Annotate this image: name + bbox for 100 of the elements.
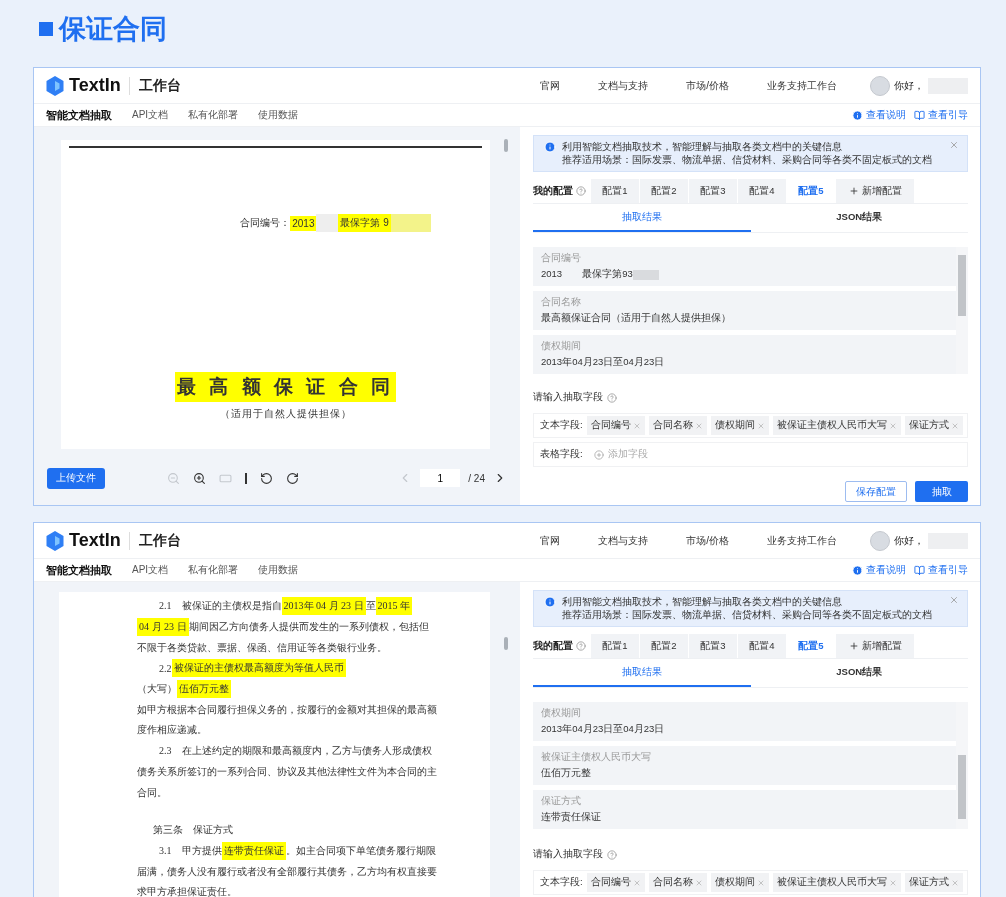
nav-tab[interactable]: 智能文档抽取 (46, 107, 112, 123)
field-tag[interactable]: 被保证主债权人民币大写 (772, 873, 901, 892)
result-label: 合同名称 (541, 295, 582, 309)
result-tab[interactable]: 抽取结果 (533, 204, 751, 232)
book-icon (914, 564, 925, 576)
result-value: 2013年04月23日至04月23日 (541, 356, 666, 369)
close-icon[interactable] (949, 595, 959, 605)
field-tag[interactable]: 债权期间 (710, 873, 769, 892)
field-tag[interactable]: 合同编号 (586, 416, 645, 435)
scrollbar[interactable] (956, 247, 968, 374)
nav-link[interactable]: 业务支持工作台 (748, 533, 856, 548)
info-icon (852, 109, 863, 121)
logo-icon (46, 530, 64, 551)
config-tab[interactable]: 配置1 (591, 634, 639, 658)
document-line: 第三条 保证方式 (152, 823, 234, 838)
help-icon[interactable] (576, 641, 586, 651)
zoom-in-icon[interactable] (193, 471, 206, 485)
config-tab[interactable]: 配置1 (591, 179, 639, 203)
info-icon (544, 141, 556, 153)
remove-icon[interactable] (950, 878, 959, 887)
rotate-right-icon[interactable] (286, 471, 299, 485)
help-icon[interactable] (607, 849, 617, 860)
nav-link[interactable]: 文档与支持 (579, 533, 668, 548)
nav-tab[interactable]: 智能文档抽取 (46, 562, 112, 578)
result-tab[interactable]: JSON结果 (750, 659, 968, 687)
result-tab[interactable]: 抽取结果 (533, 659, 751, 687)
remove-icon[interactable] (756, 878, 765, 887)
field-tag[interactable]: 合同名称 (648, 873, 707, 892)
nav-link[interactable]: 市场/价格 (667, 533, 748, 548)
close-icon[interactable] (949, 140, 959, 150)
document-line: 不限于各类贷款、票据、保函、信用证等各类银行业务。 (137, 640, 388, 655)
extract-button[interactable]: 抽取 (915, 481, 968, 502)
add-config-tab[interactable]: 新增配置 (836, 179, 914, 203)
config-label: 我的配置 (533, 639, 573, 653)
field-prompt: 请输入抽取字段 (533, 848, 603, 861)
help-link[interactable]: 查看引导 (914, 563, 968, 577)
plus-icon (848, 186, 859, 196)
field-label: 文本字段: (540, 419, 583, 432)
help-link[interactable]: 查看引导 (914, 108, 968, 122)
nav-link[interactable]: 官网 (521, 533, 580, 548)
nav-link[interactable]: 文档与支持 (579, 78, 668, 93)
nav-link[interactable]: 市场/价格 (667, 78, 748, 93)
config-tab[interactable]: 配置4 (738, 634, 786, 658)
upload-button[interactable]: 上传文件 (47, 467, 105, 489)
remove-icon[interactable] (950, 421, 959, 430)
document-line: 合同。 (137, 785, 168, 800)
document-text: 合同编号： 2013 最保字第 9 (240, 214, 431, 232)
nav-tab[interactable]: API文档 (132, 563, 169, 577)
nav-link[interactable]: 业务支持工作台 (748, 78, 856, 93)
remove-icon[interactable] (632, 878, 641, 887)
remove-icon[interactable] (888, 421, 897, 430)
field-tag[interactable]: 债权期间 (710, 416, 769, 435)
field-prompt: 请输入抽取字段 (533, 391, 603, 404)
page-input[interactable]: 1 (420, 469, 461, 487)
avatar-icon[interactable] (870, 530, 890, 551)
nav-tab[interactable]: 使用数据 (258, 563, 299, 577)
config-tab[interactable]: 配置2 (640, 634, 688, 658)
avatar-icon[interactable] (870, 75, 890, 96)
logo-icon (46, 75, 64, 96)
config-tab[interactable]: 配置3 (689, 634, 737, 658)
field-tag[interactable]: 合同名称 (648, 416, 707, 435)
nav-link[interactable]: 官网 (521, 78, 580, 93)
document-line: 2.2 被保证的主债权最高额度为等值人民币 (137, 658, 490, 679)
remove-icon[interactable] (888, 878, 897, 887)
result-tab[interactable]: JSON结果 (750, 204, 968, 232)
config-tab[interactable]: 配置3 (689, 179, 737, 203)
remove-icon[interactable] (694, 421, 703, 430)
remove-icon[interactable] (632, 421, 641, 430)
nav-tab[interactable]: 私有化部署 (188, 563, 239, 577)
nav-tab[interactable]: 私有化部署 (188, 108, 239, 122)
scrollbar-thumb[interactable] (504, 637, 508, 650)
scrollbar-thumb[interactable] (504, 139, 508, 152)
save-button[interactable]: 保存配置 (845, 481, 907, 502)
help-icon[interactable] (576, 186, 586, 196)
field-tag[interactable]: 合同编号 (586, 873, 645, 892)
add-config-tab[interactable]: 新增配置 (836, 634, 914, 658)
help-icon[interactable] (607, 392, 617, 403)
nav-tab[interactable]: 使用数据 (258, 108, 299, 122)
field-tag[interactable]: 被保证主债权人民币大写 (772, 416, 901, 435)
remove-icon[interactable] (756, 421, 765, 430)
greeting-text: 你好， (894, 533, 924, 548)
document-line: 如甲方根据本合同履行担保义务的，按履行的金额对其担保的最高额 (137, 702, 438, 717)
rotate-left-icon[interactable] (260, 471, 273, 485)
config-tab[interactable]: 配置4 (738, 179, 786, 203)
config-tab[interactable]: 配置2 (640, 179, 688, 203)
field-tag[interactable]: 保证方式 (904, 873, 963, 892)
result-value: 最高额保证合同（适用于自然人提供担保） (541, 312, 732, 325)
book-icon (914, 109, 925, 121)
nav-tab[interactable]: API文档 (132, 108, 169, 122)
heading-marker (39, 22, 53, 36)
banner-text: 推荐适用场景：国际发票、物流单据、信贷材料、采购合同等各类不固定板式的文档 (562, 153, 933, 166)
help-link[interactable]: 查看说明 (852, 108, 906, 122)
remove-icon[interactable] (694, 878, 703, 887)
document-text: （适用于自然人提供担保） (219, 407, 352, 421)
scrollbar[interactable] (956, 702, 968, 829)
field-label: 表格字段: (540, 448, 584, 461)
help-link[interactable]: 查看说明 (852, 563, 906, 577)
field-tag[interactable]: 保证方式 (904, 416, 963, 435)
plus-icon (848, 641, 859, 651)
info-icon (544, 596, 556, 608)
